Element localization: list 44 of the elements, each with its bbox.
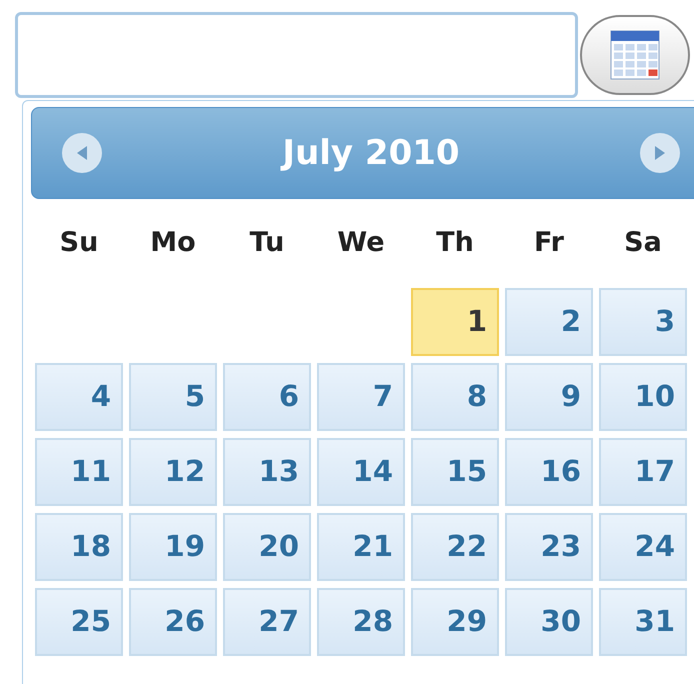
- day-cell[interactable]: 23: [505, 512, 593, 580]
- day-cell[interactable]: 21: [317, 512, 405, 580]
- day-cell[interactable]: 25: [35, 588, 123, 656]
- day-cell[interactable]: 24: [599, 512, 687, 580]
- weekday-label: Mo: [150, 226, 196, 260]
- day-cell[interactable]: 15: [411, 438, 499, 506]
- day-cell[interactable]: 8: [411, 362, 499, 430]
- day-cell[interactable]: 10: [599, 362, 687, 430]
- calendar-icon: [609, 29, 661, 81]
- weekday-label: Th: [436, 226, 474, 260]
- day-cell[interactable]: 30: [505, 588, 593, 656]
- weekday-label: Fr: [534, 226, 564, 260]
- day-cell[interactable]: 31: [599, 588, 687, 656]
- weekday-label: Tu: [250, 226, 284, 260]
- weekday-label: Sa: [624, 226, 662, 260]
- day-cell[interactable]: 4: [35, 362, 123, 430]
- day-cell[interactable]: 16: [505, 438, 593, 506]
- day-cell[interactable]: 5: [129, 362, 217, 430]
- day-cell[interactable]: 9: [505, 362, 593, 430]
- day-cell[interactable]: 6: [223, 362, 311, 430]
- day-cell[interactable]: 7: [317, 362, 405, 430]
- day-cell[interactable]: 14: [317, 438, 405, 506]
- day-cell[interactable]: 1: [411, 288, 499, 356]
- day-cell[interactable]: 27: [223, 588, 311, 656]
- weekday-label: We: [337, 226, 385, 260]
- calendar-button[interactable]: [580, 15, 690, 95]
- month-title: July 2010: [282, 132, 460, 174]
- day-cell[interactable]: 12: [129, 438, 217, 506]
- day-cell[interactable]: 20: [223, 512, 311, 580]
- day-cell[interactable]: 18: [35, 512, 123, 580]
- day-cell[interactable]: 13: [223, 438, 311, 506]
- day-cell[interactable]: 28: [317, 588, 405, 656]
- day-cell[interactable]: 2: [505, 288, 593, 356]
- weekday-label: Su: [60, 226, 98, 260]
- day-cell[interactable]: 3: [599, 288, 687, 356]
- day-cell[interactable]: 26: [129, 588, 217, 656]
- previous-month-button[interactable]: [62, 133, 102, 173]
- next-month-button[interactable]: [640, 133, 680, 173]
- day-cell[interactable]: 17: [599, 438, 687, 506]
- day-cell[interactable]: 29: [411, 588, 499, 656]
- day-cell[interactable]: 11: [35, 438, 123, 506]
- day-cell[interactable]: 22: [411, 512, 499, 580]
- day-cell[interactable]: 19: [129, 512, 217, 580]
- date-input-field[interactable]: [15, 12, 578, 98]
